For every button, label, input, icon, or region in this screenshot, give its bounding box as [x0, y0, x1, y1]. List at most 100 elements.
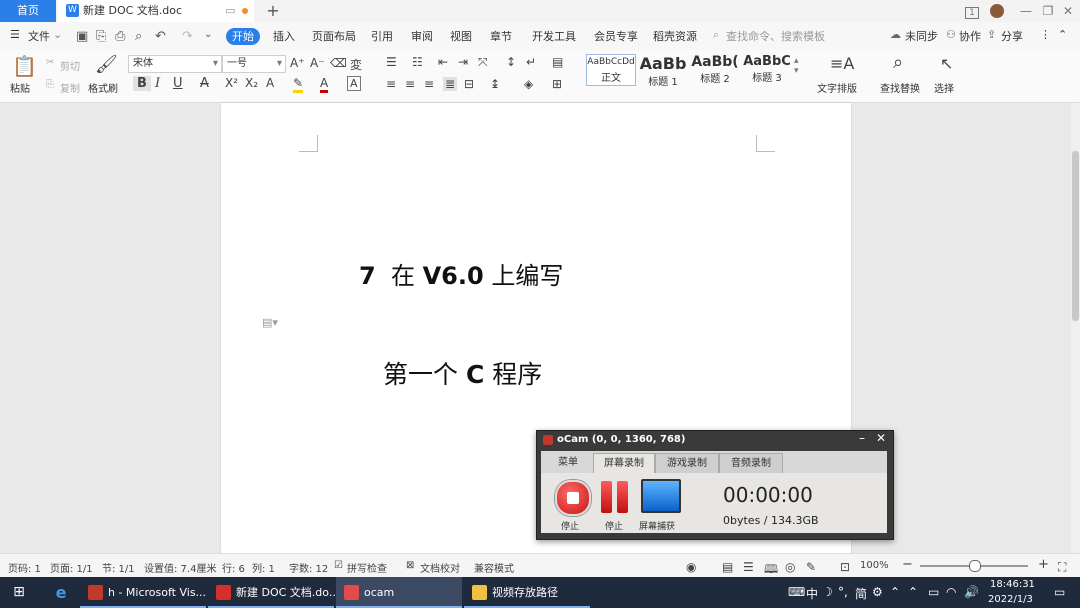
shading-icon[interactable]: ◈	[524, 77, 533, 91]
text-layout-icon[interactable]: ≡A	[830, 54, 854, 73]
bold-icon[interactable]: B	[133, 76, 151, 91]
spell-check-icon[interactable]: ☑	[334, 560, 343, 571]
ocam-window[interactable]: oCam (0, 0, 1360, 768) – ✕ 菜单 屏幕录制 游戏录制 …	[536, 430, 894, 540]
tab-page-layout[interactable]: 页面布局	[312, 28, 356, 44]
scroll-thumb[interactable]	[1072, 151, 1079, 321]
font-effect-icon[interactable]: A	[266, 76, 274, 90]
sort-icon[interactable]: ↕	[506, 55, 516, 69]
font-name-select[interactable]: 宋体 ▾	[128, 55, 222, 73]
spell-check-toggle[interactable]: 拼写检查	[347, 560, 387, 575]
print-icon[interactable]: ⎙	[115, 29, 125, 44]
document-heading-2[interactable]: 第一个 C 程序	[383, 355, 542, 391]
char-border-icon[interactable]: A	[347, 76, 361, 91]
chevron-down-icon[interactable]: ⌄	[53, 28, 62, 41]
notifications-icon[interactable]: ▭	[1054, 585, 1065, 599]
command-search-input[interactable]: 查找命令、搜索模板	[726, 28, 825, 44]
numbered-list-icon[interactable]: ☷	[412, 55, 423, 69]
status-col[interactable]: 列: 1	[252, 560, 275, 575]
share-button[interactable]: 分享	[1001, 28, 1023, 44]
settings-icon[interactable]: ⚙	[872, 585, 883, 599]
collaborate-button[interactable]: 协作	[959, 28, 981, 44]
line-spacing-icon[interactable]: ↨	[490, 77, 500, 91]
tab-start[interactable]: 开始	[226, 28, 260, 45]
style-normal[interactable]: AaBbCcDd 正文	[586, 54, 636, 86]
outline-view-icon[interactable]: ☰	[743, 560, 754, 574]
taskbar-item-ocam[interactable]: ocam	[336, 577, 462, 608]
undo-icon[interactable]: ↶	[155, 29, 166, 44]
eye-protect-icon[interactable]: ◉	[686, 560, 696, 574]
align-right-icon[interactable]: ≡	[424, 77, 434, 91]
punctuation-icon[interactable]: °,	[838, 585, 848, 599]
layout-icon[interactable]: 1	[960, 0, 984, 22]
copy-button[interactable]: 复制	[60, 80, 80, 95]
justify-icon[interactable]: ≣	[443, 77, 458, 91]
home-tab[interactable]: 首页	[0, 0, 56, 22]
ocam-tab-game-record[interactable]: 游戏录制	[655, 453, 719, 474]
tab-references[interactable]: 引用	[371, 28, 393, 44]
edge-browser-icon[interactable]: e	[44, 577, 78, 608]
phonetic-icon[interactable]: 変	[350, 56, 362, 73]
hamburger-icon[interactable]: ☰	[10, 28, 20, 41]
style-heading-2[interactable]: AaBb( 标题 2	[690, 54, 740, 84]
taskbar-item-visual-studio[interactable]: h - Microsoft Vis...	[80, 577, 206, 608]
taskbar-item-wps-doc[interactable]: 新建 DOC 文档.do...	[208, 577, 339, 608]
copy-icon[interactable]: ⎘	[46, 79, 54, 90]
ocam-tab-menu[interactable]: 菜单	[545, 453, 591, 473]
grow-font-icon[interactable]: A⁺	[290, 56, 305, 70]
status-page-number[interactable]: 页码: 1	[8, 560, 41, 575]
collapse-ribbon-icon[interactable]: ⌃	[1058, 28, 1067, 41]
clock-date[interactable]: 2022/1/3	[988, 594, 1033, 605]
distribute-icon[interactable]: ⊟	[464, 77, 474, 91]
italic-icon[interactable]: I	[155, 76, 160, 91]
vertical-scrollbar[interactable]	[1071, 103, 1080, 553]
table-tools-icon[interactable]: ▤	[552, 55, 563, 69]
pause-icon[interactable]	[599, 481, 631, 513]
proofread-icon[interactable]: ⊠	[406, 560, 414, 571]
tab-developer[interactable]: 开发工具	[532, 28, 576, 44]
more-icon[interactable]: ⋮	[1040, 28, 1051, 41]
ocam-minimize-icon[interactable]: –	[859, 431, 865, 445]
status-setting[interactable]: 设置值: 7.4厘米	[144, 560, 216, 575]
chevron-up-icon[interactable]: ⌃	[908, 585, 918, 599]
web-view-icon[interactable]: ◎	[785, 560, 795, 574]
shrink-font-icon[interactable]: A⁻	[310, 56, 325, 70]
windows-start-icon[interactable]: ⊞	[0, 577, 38, 608]
redo-icon[interactable]: ↷	[182, 29, 193, 44]
show-marks-icon[interactable]: ↵	[526, 55, 536, 69]
paste-icon[interactable]: 📋	[12, 54, 37, 78]
status-word-count[interactable]: 字数: 12	[289, 560, 328, 575]
status-section[interactable]: 节: 1/1	[102, 560, 135, 575]
superscript-icon[interactable]: X²	[225, 76, 238, 90]
clock-time[interactable]: 18:46:31	[990, 579, 1035, 590]
format-painter-icon[interactable]: 🖌	[95, 54, 118, 75]
record-stop-icon[interactable]	[555, 480, 591, 516]
document-tab[interactable]: W 新建 DOC 文档.doc ▭	[58, 0, 254, 22]
ocam-tab-screen-record[interactable]: 屏幕录制	[593, 453, 655, 474]
find-replace-button[interactable]: 查找替换	[880, 80, 920, 95]
strikethrough-icon[interactable]: A	[200, 76, 209, 91]
clear-format-icon[interactable]: ⌫	[330, 56, 347, 70]
bullet-list-icon[interactable]: ☰	[386, 55, 397, 69]
font-size-select[interactable]: 一号 ▾	[222, 55, 286, 73]
tab-insert[interactable]: 插入	[273, 28, 295, 44]
cut-icon[interactable]: ✂	[46, 57, 54, 68]
ocam-tab-audio-record[interactable]: 音频录制	[719, 453, 783, 474]
style-heading-3[interactable]: AaBbC 标题 3	[742, 54, 792, 84]
zoom-out-icon[interactable]: −	[902, 557, 913, 572]
taskbar-item-folder[interactable]: 视频存放路径	[464, 577, 590, 608]
decrease-indent-icon[interactable]: ⇤	[438, 55, 448, 69]
fullscreen-icon[interactable]: ⛶	[1058, 560, 1066, 575]
fit-page-icon[interactable]: ⊡	[840, 560, 850, 574]
select-cursor-icon[interactable]: ↖	[940, 54, 953, 73]
zoom-level[interactable]: 100%	[860, 560, 889, 571]
highlight-icon[interactable]: ✎	[293, 76, 304, 93]
paste-button[interactable]: 粘贴	[10, 80, 30, 95]
page-view-icon[interactable]: ▤	[722, 560, 733, 574]
proofread-button[interactable]: 文档校对	[420, 560, 460, 575]
network-icon[interactable]: ◠	[946, 585, 956, 599]
underline-icon[interactable]: U	[173, 76, 183, 91]
increase-indent-icon[interactable]: ⇥	[458, 55, 468, 69]
borders-icon[interactable]: ⊞	[552, 77, 562, 91]
tab-review[interactable]: 审阅	[411, 28, 433, 44]
chinese-layout-icon[interactable]: ⤧	[478, 55, 488, 70]
